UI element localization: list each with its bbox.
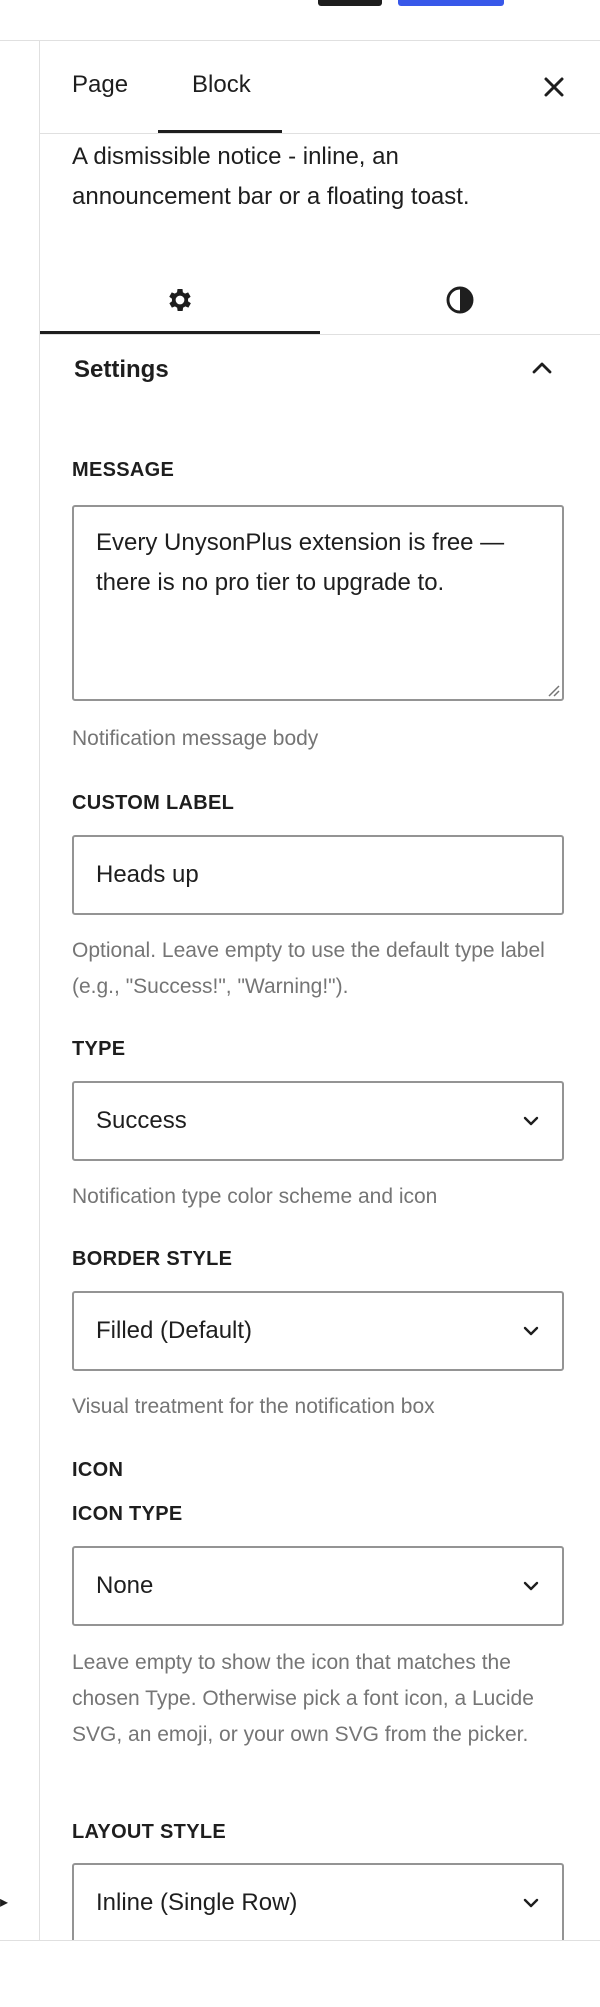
inspector-subtabs (40, 266, 600, 335)
custom-label-label: CUSTOM LABEL (72, 792, 235, 814)
message-label: MESSAGE (72, 459, 175, 481)
active-tab-indicator (158, 130, 282, 133)
icon-group-label: ICON (72, 1459, 124, 1481)
settings-sidebar: Page Block A dismissible notice - inline… (40, 41, 600, 1940)
tab-block[interactable]: Block (192, 71, 251, 99)
icon-type-label: ICON TYPE (72, 1503, 183, 1525)
message-value: Every UnysonPlus extension is free — the… (96, 529, 505, 596)
chevron-down-icon (523, 1581, 539, 1591)
icon-type-value: None (96, 1572, 154, 1599)
publish-button[interactable] (398, 0, 504, 6)
canvas-chevron-icon: ▸ (0, 1894, 9, 1911)
type-select[interactable]: Success (72, 1081, 564, 1161)
type-value: Success (96, 1107, 187, 1134)
resize-handle-icon[interactable] (546, 683, 560, 697)
toolbar-dark-button[interactable] (318, 0, 382, 6)
editor-footer (0, 1940, 600, 2007)
border-style-value: Filled (Default) (96, 1317, 253, 1344)
custom-label-input[interactable]: Heads up (72, 835, 564, 915)
sidebar-tabs: Page Block (40, 41, 600, 134)
contrast-icon (446, 286, 474, 314)
layout-style-label: LAYOUT STYLE (72, 1821, 226, 1843)
close-sidebar-button[interactable] (534, 67, 574, 107)
panel-collapse-button[interactable] (526, 352, 558, 384)
chevron-down-icon (523, 1116, 539, 1126)
gear-icon (169, 289, 191, 311)
block-description: A dismissible notice - inline, an announ… (72, 143, 470, 210)
settings-panel-header[interactable]: Settings (40, 334, 600, 404)
close-icon (544, 77, 564, 97)
border-style-help: Visual treatment for the notification bo… (72, 1395, 435, 1418)
chevron-down-icon (523, 1326, 539, 1336)
icon-help: Leave empty to show the icon that matche… (72, 1651, 534, 1746)
layout-style-select[interactable]: Inline (Single Row) (72, 1863, 564, 1940)
custom-label-value: Heads up (96, 861, 199, 888)
message-help: Notification message body (72, 727, 319, 750)
tab-page[interactable]: Page (72, 71, 128, 99)
type-help: Notification type color scheme and icon (72, 1185, 438, 1208)
editor-top-bar (0, 0, 600, 41)
type-label: TYPE (72, 1038, 126, 1060)
border-style-select[interactable]: Filled (Default) (72, 1291, 564, 1371)
chevron-down-icon (523, 1898, 539, 1908)
custom-label-help: Optional. Leave empty to use the default… (72, 939, 545, 998)
icon-type-select[interactable]: None (72, 1546, 564, 1626)
border-style-label: BORDER STYLE (72, 1248, 233, 1270)
layout-style-value: Inline (Single Row) (96, 1889, 298, 1916)
editor-canvas-edge (0, 41, 40, 1941)
tab-settings[interactable] (40, 266, 320, 334)
panel-title: Settings (74, 356, 169, 383)
tab-styles[interactable] (320, 266, 600, 334)
chevron-up-icon (532, 362, 552, 374)
message-textarea[interactable]: Every UnysonPlus extension is free — the… (72, 505, 564, 701)
